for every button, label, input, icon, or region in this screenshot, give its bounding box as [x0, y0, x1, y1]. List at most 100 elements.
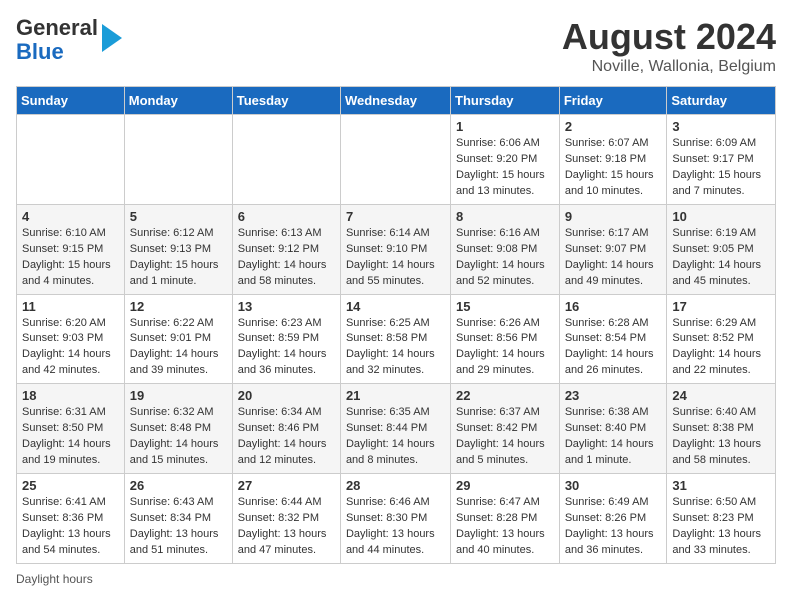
day-cell: 26 Sunrise: 6:43 AM Sunset: 8:34 PM Dayli… [124, 474, 232, 564]
header-tuesday: Tuesday [232, 87, 340, 115]
day-cell: 30 Sunrise: 6:49 AM Sunset: 8:26 PM Dayli… [559, 474, 667, 564]
day-cell: 4 Sunrise: 6:10 AM Sunset: 9:15 PM Daylig… [17, 204, 125, 294]
day-cell: 17Sunrise: 6:29 AM Sunset: 8:52 PM Dayli… [667, 294, 776, 384]
day-info: Sunrise: 6:50 AM Sunset: 8:23 PM Dayligh… [672, 495, 770, 559]
day-cell: 22 Sunrise: 6:37 AM Sunset: 8:42 PM Dayli… [451, 384, 560, 474]
day-cell: 2Sunrise: 6:07 AM Sunset: 9:18 PM Daylig… [559, 115, 667, 205]
day-info: Sunrise: 6:12 AM Sunset: 9:13 PM Dayligh… [130, 226, 227, 290]
day-cell: 28 Sunrise: 6:46 AM Sunset: 8:30 PM Dayli… [340, 474, 450, 564]
day-number: 21 [346, 388, 445, 403]
day-number: 5 [130, 209, 227, 224]
day-info: Sunrise: 6:49 AM Sunset: 8:26 PM Dayligh… [565, 495, 662, 559]
day-info: Sunrise: 6:06 AM Sunset: 9:20 PM Dayligh… [456, 136, 554, 200]
header-row: SundayMondayTuesdayWednesdayThursdayFrid… [17, 87, 776, 115]
day-number: 13 [238, 299, 335, 314]
header-saturday: Saturday [667, 87, 776, 115]
day-info: Sunrise: 6:25 AM Sunset: 8:58 PM Dayligh… [346, 316, 445, 380]
day-cell: 31 Sunrise: 6:50 AM Sunset: 8:23 PM Dayli… [667, 474, 776, 564]
day-info: Sunrise: 6:43 AM Sunset: 8:34 PM Dayligh… [130, 495, 227, 559]
day-number: 10 [672, 209, 770, 224]
header-thursday: Thursday [451, 87, 560, 115]
day-number: 20 [238, 388, 335, 403]
footer: Daylight hours [16, 572, 776, 586]
day-info: Sunrise: 6:28 AM Sunset: 8:54 PM Dayligh… [565, 316, 662, 380]
day-cell: 21Sunrise: 6:35 AM Sunset: 8:44 PM Dayli… [340, 384, 450, 474]
day-info: Sunrise: 6:13 AM Sunset: 9:12 PM Dayligh… [238, 226, 335, 290]
day-info: Sunrise: 6:22 AM Sunset: 9:01 PM Dayligh… [130, 316, 227, 380]
day-info: Sunrise: 6:47 AM Sunset: 8:28 PM Dayligh… [456, 495, 554, 559]
logo-general: General [16, 15, 98, 40]
day-cell: 9 Sunrise: 6:17 AM Sunset: 9:07 PM Daylig… [559, 204, 667, 294]
logo-text: General Blue [16, 16, 98, 64]
day-number: 31 [672, 478, 770, 493]
day-cell [340, 115, 450, 205]
day-cell: 5 Sunrise: 6:12 AM Sunset: 9:13 PM Daylig… [124, 204, 232, 294]
day-number: 23 [565, 388, 662, 403]
day-cell: 25Sunrise: 6:41 AM Sunset: 8:36 PM Dayli… [17, 474, 125, 564]
day-cell: 8 Sunrise: 6:16 AM Sunset: 9:08 PM Daylig… [451, 204, 560, 294]
day-info: Sunrise: 6:38 AM Sunset: 8:40 PM Dayligh… [565, 405, 662, 469]
day-info: Sunrise: 6:29 AM Sunset: 8:52 PM Dayligh… [672, 316, 770, 380]
header-monday: Monday [124, 87, 232, 115]
day-cell: 12 Sunrise: 6:22 AM Sunset: 9:01 PM Dayli… [124, 294, 232, 384]
month-title: August 2024 [562, 16, 776, 58]
day-cell: 10Sunrise: 6:19 AM Sunset: 9:05 PM Dayli… [667, 204, 776, 294]
day-info: Sunrise: 6:17 AM Sunset: 9:07 PM Dayligh… [565, 226, 662, 290]
day-info: Sunrise: 6:37 AM Sunset: 8:42 PM Dayligh… [456, 405, 554, 469]
day-number: 30 [565, 478, 662, 493]
day-cell: 24Sunrise: 6:40 AM Sunset: 8:38 PM Dayli… [667, 384, 776, 474]
day-cell: 18 Sunrise: 6:31 AM Sunset: 8:50 PM Dayli… [17, 384, 125, 474]
day-number: 27 [238, 478, 335, 493]
week-row-5: 25Sunrise: 6:41 AM Sunset: 8:36 PM Dayli… [17, 474, 776, 564]
day-info: Sunrise: 6:10 AM Sunset: 9:15 PM Dayligh… [22, 226, 119, 290]
week-row-1: 1 Sunrise: 6:06 AM Sunset: 9:20 PM Daylig… [17, 115, 776, 205]
day-number: 9 [565, 209, 662, 224]
day-cell: 20 Sunrise: 6:34 AM Sunset: 8:46 PM Dayli… [232, 384, 340, 474]
day-number: 3 [672, 119, 770, 134]
day-info: Sunrise: 6:46 AM Sunset: 8:30 PM Dayligh… [346, 495, 445, 559]
day-number: 19 [130, 388, 227, 403]
header-sunday: Sunday [17, 87, 125, 115]
day-number: 22 [456, 388, 554, 403]
day-cell: 29Sunrise: 6:47 AM Sunset: 8:28 PM Dayli… [451, 474, 560, 564]
day-cell: 14Sunrise: 6:25 AM Sunset: 8:58 PM Dayli… [340, 294, 450, 384]
footer-text: Daylight hours [16, 572, 93, 586]
day-cell [232, 115, 340, 205]
header-wednesday: Wednesday [340, 87, 450, 115]
day-cell: 23 Sunrise: 6:38 AM Sunset: 8:40 PM Dayli… [559, 384, 667, 474]
day-cell: 27Sunrise: 6:44 AM Sunset: 8:32 PM Dayli… [232, 474, 340, 564]
day-info: Sunrise: 6:23 AM Sunset: 8:59 PM Dayligh… [238, 316, 335, 380]
day-info: Sunrise: 6:20 AM Sunset: 9:03 PM Dayligh… [22, 316, 119, 380]
day-cell: 7 Sunrise: 6:14 AM Sunset: 9:10 PM Daylig… [340, 204, 450, 294]
week-row-3: 11Sunrise: 6:20 AM Sunset: 9:03 PM Dayli… [17, 294, 776, 384]
day-info: Sunrise: 6:09 AM Sunset: 9:17 PM Dayligh… [672, 136, 770, 200]
day-number: 7 [346, 209, 445, 224]
location-title: Noville, Wallonia, Belgium [562, 58, 776, 76]
day-number: 25 [22, 478, 119, 493]
day-info: Sunrise: 6:32 AM Sunset: 8:48 PM Dayligh… [130, 405, 227, 469]
day-number: 4 [22, 209, 119, 224]
day-info: Sunrise: 6:16 AM Sunset: 9:08 PM Dayligh… [456, 226, 554, 290]
day-number: 8 [456, 209, 554, 224]
day-number: 18 [22, 388, 119, 403]
day-number: 1 [456, 119, 554, 134]
week-row-2: 4 Sunrise: 6:10 AM Sunset: 9:15 PM Daylig… [17, 204, 776, 294]
page-header: General Blue August 2024 Noville, Wallon… [16, 16, 776, 76]
day-info: Sunrise: 6:34 AM Sunset: 8:46 PM Dayligh… [238, 405, 335, 469]
day-number: 12 [130, 299, 227, 314]
day-number: 28 [346, 478, 445, 493]
day-cell [17, 115, 125, 205]
day-number: 6 [238, 209, 335, 224]
week-row-4: 18 Sunrise: 6:31 AM Sunset: 8:50 PM Dayli… [17, 384, 776, 474]
day-cell [124, 115, 232, 205]
day-info: Sunrise: 6:31 AM Sunset: 8:50 PM Dayligh… [22, 405, 119, 469]
logo-blue: Blue [16, 39, 64, 64]
day-cell: 15Sunrise: 6:26 AM Sunset: 8:56 PM Dayli… [451, 294, 560, 384]
day-info: Sunrise: 6:26 AM Sunset: 8:56 PM Dayligh… [456, 316, 554, 380]
day-info: Sunrise: 6:07 AM Sunset: 9:18 PM Dayligh… [565, 136, 662, 200]
day-info: Sunrise: 6:40 AM Sunset: 8:38 PM Dayligh… [672, 405, 770, 469]
calendar-table: SundayMondayTuesdayWednesdayThursdayFrid… [16, 86, 776, 564]
logo-arrow-icon [102, 24, 122, 52]
day-info: Sunrise: 6:14 AM Sunset: 9:10 PM Dayligh… [346, 226, 445, 290]
day-number: 26 [130, 478, 227, 493]
